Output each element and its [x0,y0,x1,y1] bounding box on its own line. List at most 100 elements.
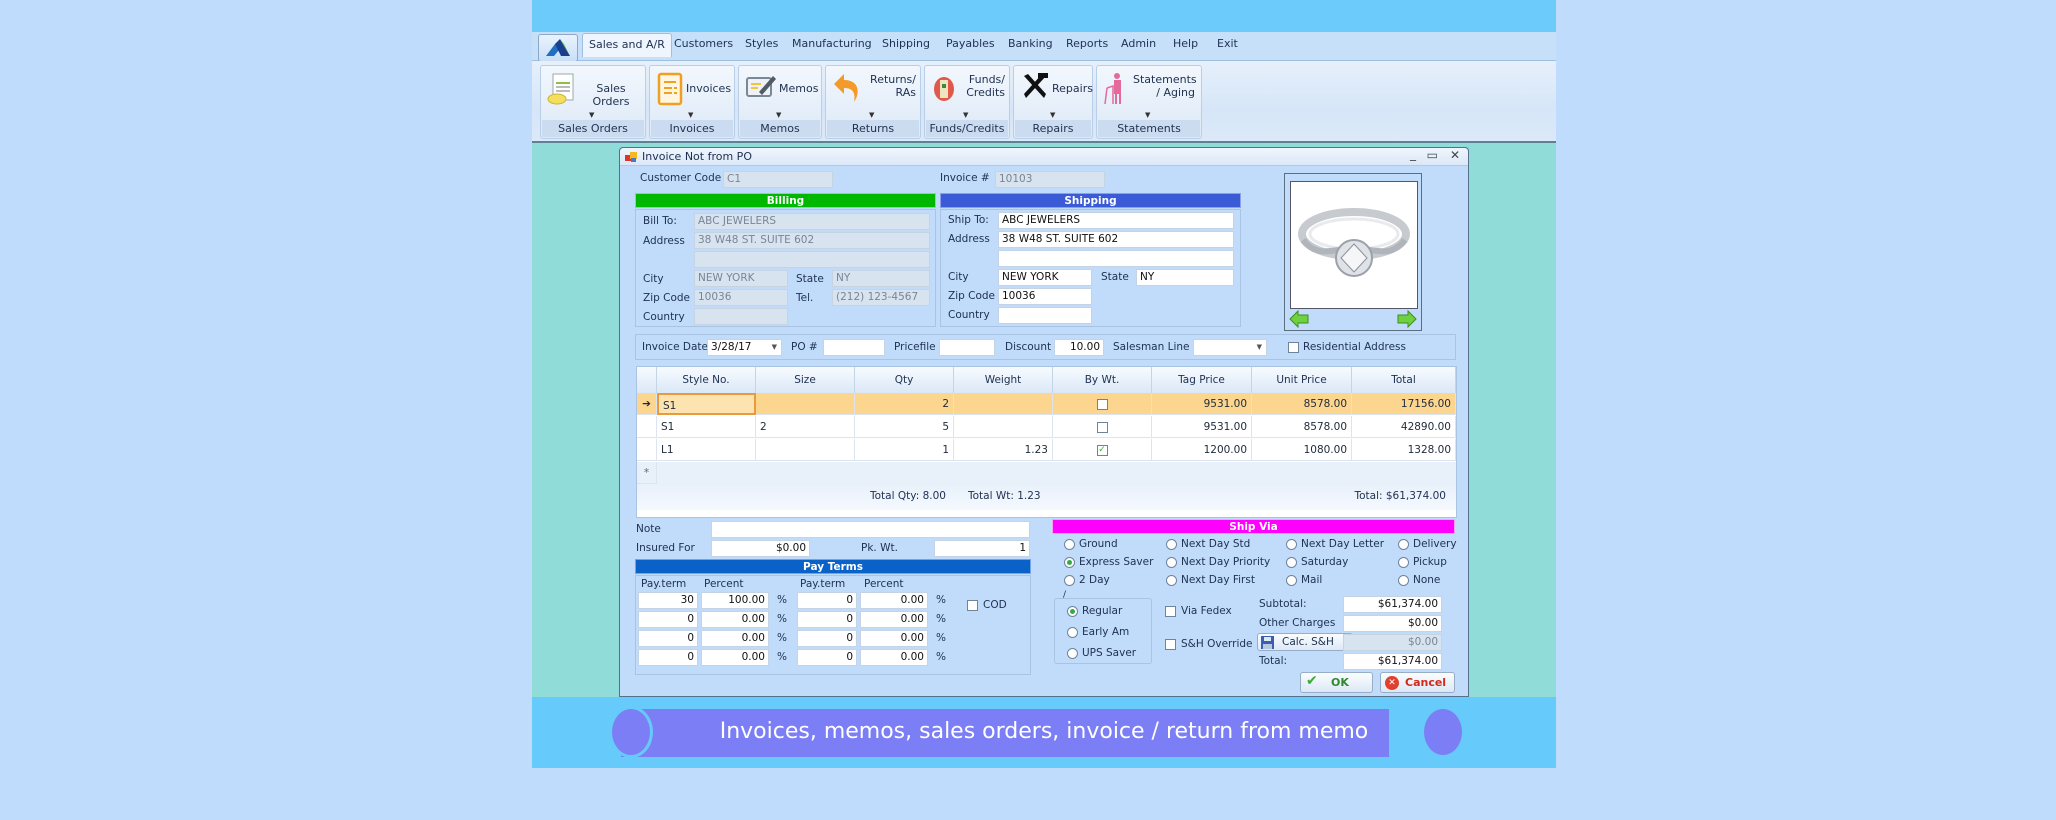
cell-unit[interactable]: 1080.00 [1252,439,1352,461]
pay-term-field[interactable]: 0 [797,592,857,609]
next-image-arrow-icon[interactable] [1397,310,1417,328]
sales-orders-button[interactable]: Sales Orders ▼ [541,66,645,119]
insured-for-field[interactable]: $0.00 [711,540,810,557]
radio-button[interactable] [1166,574,1177,586]
menu-admin[interactable]: Admin [1121,37,1156,50]
service-level-option[interactable]: Regular [1067,605,1122,617]
invoices-button[interactable]: Invoices ▼ [650,66,734,119]
cod-checkbox[interactable] [967,600,978,611]
billing-address2-field[interactable] [694,251,930,268]
menu-payables[interactable]: Payables [946,37,995,50]
salesman-line-select[interactable]: ▼ [1193,339,1267,356]
radio-button[interactable] [1286,574,1297,586]
statements-aging-button[interactable]: Statements / Aging ▼ [1097,66,1201,119]
radio-button[interactable] [1286,538,1297,550]
percent-field[interactable]: 100.00 [701,592,769,609]
menu-banking[interactable]: Banking [1008,37,1053,50]
invoice-number-field[interactable]: 10103 [995,171,1105,188]
table-row[interactable]: ➔ S1 2 9531.00 8578.00 17156.00 [637,393,1456,415]
cell-by-wt[interactable] [1053,393,1152,415]
percent-field[interactable]: 0.00 [701,630,769,647]
billing-address1-field[interactable]: 38 W48 ST. SUITE 602 [694,232,930,249]
cell-qty[interactable]: 1 [855,439,954,461]
service-level-option[interactable]: UPS Saver [1067,647,1136,659]
pay-term-field[interactable]: 0 [797,649,857,666]
row-header[interactable] [637,416,657,438]
pay-term-field[interactable]: 0 [797,611,857,628]
subtotal-field[interactable]: $61,374.00 [1343,596,1442,613]
close-icon[interactable]: ✕ [1450,148,1460,162]
cancel-button[interactable]: ✕ Cancel [1380,672,1455,693]
service-level-option[interactable]: Early Am [1067,626,1129,638]
column-header-qty[interactable]: Qty [855,367,954,393]
radio-button[interactable] [1398,538,1409,550]
column-header-size[interactable]: Size [756,367,855,393]
radio-button[interactable] [1398,556,1409,568]
menu-sales-ar[interactable]: Sales and A/R [582,33,672,57]
ship-to-field[interactable]: ABC JEWELERS [998,212,1234,229]
cell-weight[interactable] [954,416,1053,438]
po-number-field[interactable] [823,339,885,356]
ship-via-option[interactable]: Mail [1286,574,1322,586]
menu-styles[interactable]: Styles [745,37,778,50]
note-field[interactable] [711,521,1030,538]
sh-override-checkbox[interactable] [1165,639,1176,650]
radio-button[interactable] [1166,556,1177,568]
billing-state-field[interactable]: NY [832,270,930,287]
billing-tel-field[interactable]: (212) 123-4567 [832,289,930,306]
percent-field[interactable]: 0.00 [860,592,928,609]
menu-manufacturing[interactable]: Manufacturing [792,37,872,50]
cell-weight[interactable] [954,393,1053,415]
table-row[interactable]: L1 1 1.23 ✓ 1200.00 1080.00 1328.00 [637,439,1456,461]
shipping-zip-field[interactable]: 10036 [998,288,1092,305]
memos-button[interactable]: Memos ▼ [739,66,821,119]
percent-field[interactable]: 0.00 [860,649,928,666]
maximize-icon[interactable]: ▭ [1427,148,1438,162]
pk-wt-field[interactable]: 1 [934,540,1030,557]
billing-country-field[interactable] [694,308,788,325]
radio-button[interactable] [1067,626,1078,638]
shipping-address2-field[interactable] [998,250,1234,267]
menu-help[interactable]: Help [1173,37,1198,50]
radio-button[interactable] [1398,574,1409,586]
via-fedex-checkbox[interactable] [1165,606,1176,617]
column-header-weight[interactable]: Weight [954,367,1053,393]
pricefile-field[interactable] [939,339,995,356]
ship-via-option[interactable]: Saturday [1286,556,1348,568]
cell-style[interactable]: S1 [657,416,756,438]
column-header-style-no[interactable]: Style No. [657,367,756,393]
by-weight-checkbox[interactable] [1096,398,1108,410]
returns-button[interactable]: Returns/RAs ▼ [826,66,920,119]
cell-size[interactable] [756,393,855,415]
ship-via-option[interactable]: Express Saver [1064,556,1153,568]
ship-via-option[interactable]: None [1398,574,1440,586]
cell-size[interactable] [756,439,855,461]
cell-by-wt[interactable] [1053,416,1152,438]
cell-total[interactable]: 17156.00 [1352,393,1456,415]
column-header-unit-price[interactable]: Unit Price [1252,367,1352,393]
ship-via-option[interactable]: Pickup [1398,556,1447,568]
shipping-country-field[interactable] [998,307,1092,324]
column-header-total[interactable]: Total [1352,367,1456,393]
residential-address-checkbox[interactable] [1288,342,1299,353]
cell-tag[interactable]: 1200.00 [1152,439,1252,461]
radio-button[interactable] [1064,556,1075,568]
menu-customers[interactable]: Customers [674,37,733,50]
radio-button[interactable] [1286,556,1297,568]
ship-via-option[interactable]: Next Day Std [1166,538,1250,550]
cell-by-wt[interactable]: ✓ [1053,439,1152,461]
cell-tag[interactable]: 9531.00 [1152,393,1252,415]
row-header[interactable] [637,439,657,461]
other-charges-field[interactable]: $0.00 [1343,615,1442,632]
cell-unit[interactable]: 8578.00 [1252,416,1352,438]
menu-exit[interactable]: Exit [1217,37,1238,50]
ship-via-option[interactable]: 2 Day [1064,574,1110,586]
percent-field[interactable]: 0.00 [701,611,769,628]
discount-field[interactable]: 10.00 [1054,339,1104,356]
ship-via-option[interactable]: Delivery [1398,538,1457,550]
current-row-indicator-icon[interactable]: ➔ [637,393,657,415]
radio-button[interactable] [1067,605,1078,617]
funds-credits-button[interactable]: Funds/Credits ▼ [925,66,1009,119]
radio-button[interactable] [1067,647,1078,659]
invoice-date-picker[interactable]: 3/28/17 ▼ [707,339,782,356]
